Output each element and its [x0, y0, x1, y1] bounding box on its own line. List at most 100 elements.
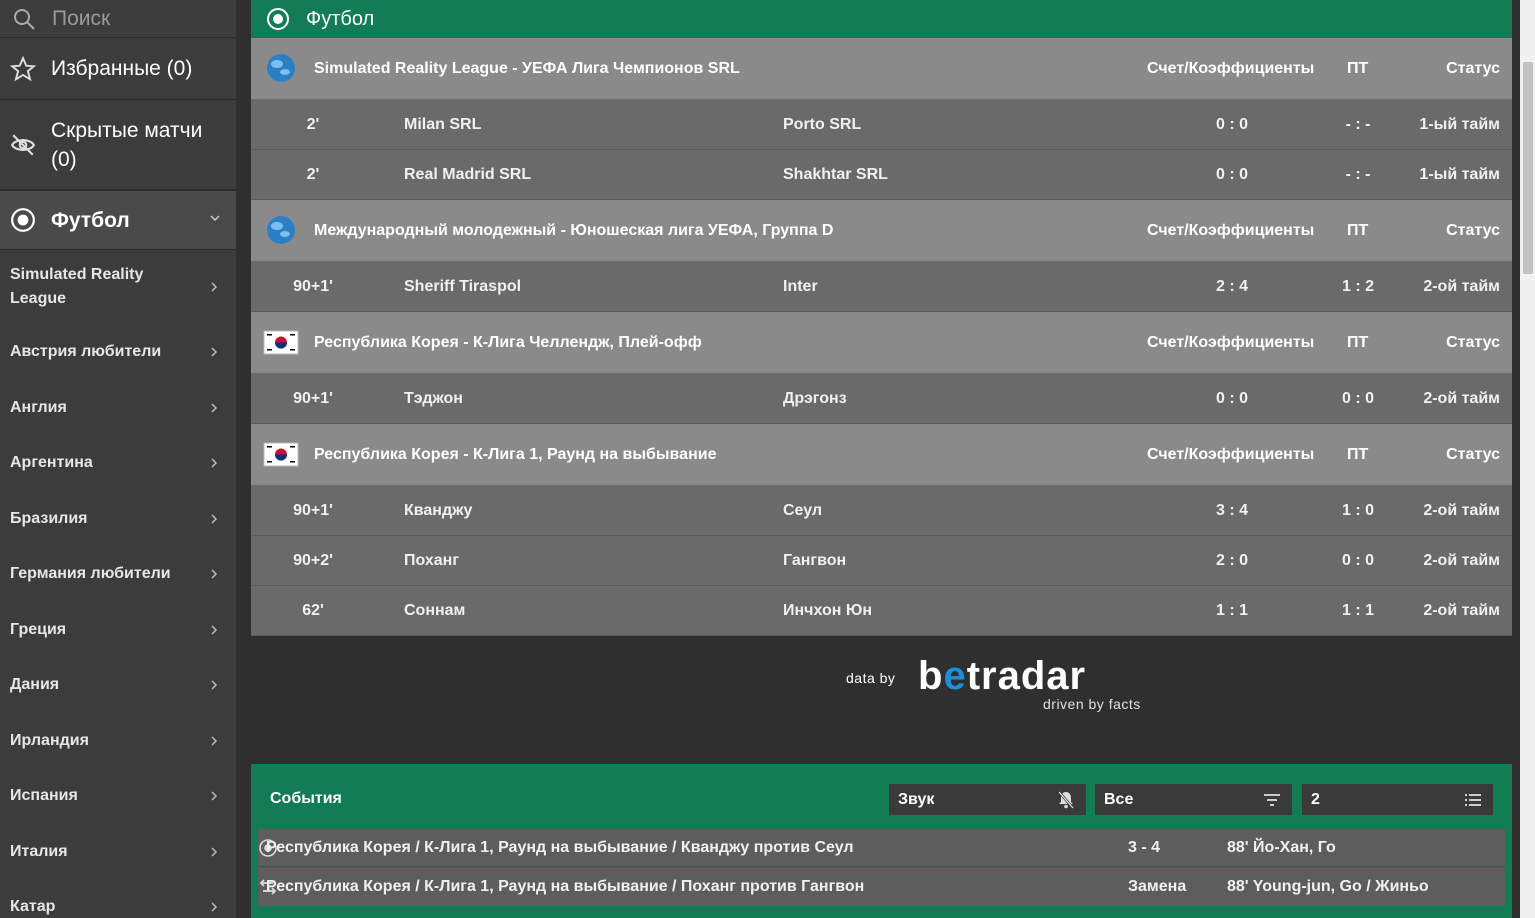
scrollbar-thumb[interactable]	[1523, 62, 1533, 274]
filter-icon	[1264, 794, 1280, 806]
chevron-right-icon	[211, 402, 218, 413]
column-header-score: Счет/Коэффициенты	[1147, 59, 1315, 77]
sidebar-country-qatar[interactable]: Катар	[0, 879, 236, 918]
home-team: Тэджон	[404, 389, 463, 407]
league-name: Simulated Reality League - УЕФА Лига Чем…	[314, 59, 740, 77]
event-row[interactable]: Республика Корея / К-Лига 1, Раунд на вы…	[258, 868, 1505, 906]
league-name: Международный молодежный - Юношеская лиг…	[314, 221, 834, 239]
sound-toggle[interactable]: Звук	[889, 784, 1086, 815]
chevron-right-icon	[211, 513, 218, 524]
sidebar-country-germany[interactable]: Германия любители	[0, 546, 236, 602]
brand-suffix: tradar	[966, 654, 1087, 698]
chevron-right-icon	[211, 569, 218, 579]
match-score: 2 : 4	[1215, 277, 1248, 295]
event-description: Республика Корея / К-Лига 1, Раунд на вы…	[266, 878, 865, 895]
match-score: 2 : 0	[1215, 551, 1248, 569]
page-scrollbar[interactable]	[1520, 0, 1535, 918]
column-header-halftime: ПТ	[1347, 333, 1369, 351]
event-count-select[interactable]: 2	[1302, 784, 1493, 815]
league-header[interactable]: Simulated Reality League - УЕФА Лига Чем…	[251, 38, 1512, 100]
column-header-halftime: ПТ	[1347, 59, 1369, 77]
filter-label: Все	[1104, 790, 1134, 808]
match-status: 1-ый тайм	[1419, 165, 1500, 183]
brand-wordmark: betradar	[918, 654, 1086, 699]
event-description: Республика Корея / К-Лига 1, Раунд на вы…	[266, 838, 854, 856]
match-time: 2'	[306, 165, 320, 183]
event-value: Замена	[1128, 878, 1187, 895]
match-score: 0 : 0	[1215, 165, 1248, 183]
column-header-score: Счет/Коэффициенты	[1147, 333, 1315, 351]
country-label: Аргентина	[10, 454, 93, 471]
country-label: Греция	[10, 620, 67, 638]
match-row[interactable]: 90+2' Поханг Гангвон 2 : 0 0 : 0 2-ой та…	[251, 536, 1512, 586]
sidebar-country-england[interactable]: Англия	[0, 380, 236, 435]
match-row[interactable]: 2' Real Madrid SRL Shakhtar SRL 0 : 0 - …	[251, 150, 1512, 200]
country-label: Ирландия	[10, 731, 89, 749]
sidebar-country-spain[interactable]: Испания	[0, 768, 236, 824]
events-panel: События Звук Все 2 Республика Корея / К-…	[251, 764, 1512, 918]
halftime-score: 0 : 0	[1341, 389, 1374, 407]
league-header[interactable]: Международный молодежный - Юношеская лиг…	[251, 200, 1512, 262]
chevron-right-icon	[211, 846, 218, 857]
country-label: Англия	[10, 398, 67, 416]
event-filter-select[interactable]: Все	[1095, 784, 1292, 815]
match-time: 2'	[306, 115, 320, 133]
away-team: Гангвон	[783, 551, 847, 569]
home-team: Поханг	[404, 551, 459, 569]
match-row[interactable]: 90+1' Кванджу Сеул 3 : 4 1 : 0 2-ой тайм	[251, 486, 1512, 536]
page-title: Футбол	[306, 7, 375, 30]
sidebar-country-srl[interactable]: Simulated Reality League	[0, 250, 236, 324]
sound-label: Звук	[898, 790, 935, 808]
halftime-score: 1 : 2	[1341, 277, 1374, 295]
korea-flag-icon	[263, 330, 299, 355]
sidebar-country-ireland[interactable]: Ирландия	[0, 713, 236, 768]
search-placeholder[interactable]: Поиск	[52, 7, 110, 31]
match-time: 62'	[302, 601, 324, 619]
halftime-score: 1 : 1	[1341, 601, 1374, 619]
country-label: Катар	[10, 898, 56, 915]
sidebar-country-argentina[interactable]: Аргентина	[0, 435, 236, 491]
sidebar-item-hidden-matches[interactable]: Скрытые матчи (0)	[0, 100, 236, 190]
sidebar-item-football[interactable]: Футбол	[0, 190, 236, 250]
halftime-score: - : -	[1345, 115, 1371, 133]
halftime-score: - : -	[1345, 165, 1371, 183]
sidebar-country-italy[interactable]: Италия	[0, 824, 236, 879]
home-team: Sheriff Tiraspol	[404, 277, 522, 295]
match-row[interactable]: 90+1' Тэджон Дрэгонз 0 : 0 0 : 0 2-ой та…	[251, 374, 1512, 424]
match-score: 0 : 0	[1215, 389, 1248, 407]
sidebar-item-favorites[interactable]: Избранные (0)	[0, 38, 236, 100]
football-icon	[267, 8, 289, 30]
sidebar-country-denmark[interactable]: Дания	[0, 657, 236, 713]
match-score: 0 : 0	[1215, 115, 1248, 133]
away-team: Inter	[783, 277, 818, 295]
search-icon	[14, 8, 35, 30]
match-status: 2-ой тайм	[1423, 389, 1500, 407]
match-row[interactable]: 90+1' Sheriff Tiraspol Inter 2 : 4 1 : 2…	[251, 262, 1512, 312]
chevron-right-icon	[211, 680, 218, 690]
sidebar-country-austria[interactable]: Австрия любители	[0, 324, 236, 380]
chevron-right-icon	[211, 624, 218, 635]
search-box[interactable]: Поиск	[0, 0, 236, 38]
home-team: Milan SRL	[404, 115, 482, 133]
match-row[interactable]: 62' Соннам Инчхон Юн 1 : 1 1 : 1 2-ой та…	[251, 586, 1512, 636]
league-header[interactable]: Республика Корея - К-Лига Челлендж, Плей…	[251, 312, 1512, 374]
brand-tagline: driven by facts	[1043, 696, 1141, 712]
football-icon	[11, 208, 35, 232]
hidden-matches-label: Скрытые матчи (0)	[51, 118, 203, 171]
sidebar-country-brazil[interactable]: Бразилия	[0, 491, 236, 546]
event-row[interactable]: Республика Корея / К-Лига 1, Раунд на вы…	[258, 829, 1505, 867]
data-by-text: data by	[846, 670, 896, 686]
column-header-score: Счет/Коэффициенты	[1147, 221, 1315, 239]
favorites-label: Избранные (0)	[51, 57, 193, 80]
match-time: 90+2'	[293, 551, 333, 569]
sidebar-country-greece[interactable]: Греция	[0, 602, 236, 657]
league-header[interactable]: Республика Корея - К-Лига 1, Раунд на вы…	[251, 424, 1512, 486]
match-row[interactable]: 2' Milan SRL Porto SRL 0 : 0 - : - 1-ый …	[251, 100, 1512, 150]
count-value: 2	[1311, 790, 1320, 808]
country-label: Дания	[10, 676, 60, 693]
country-label: Simulated Reality League	[10, 266, 144, 307]
away-team: Porto SRL	[783, 115, 862, 133]
home-team: Кванджу	[404, 501, 473, 519]
chevron-right-icon	[211, 458, 218, 468]
halftime-score: 0 : 0	[1341, 551, 1374, 569]
